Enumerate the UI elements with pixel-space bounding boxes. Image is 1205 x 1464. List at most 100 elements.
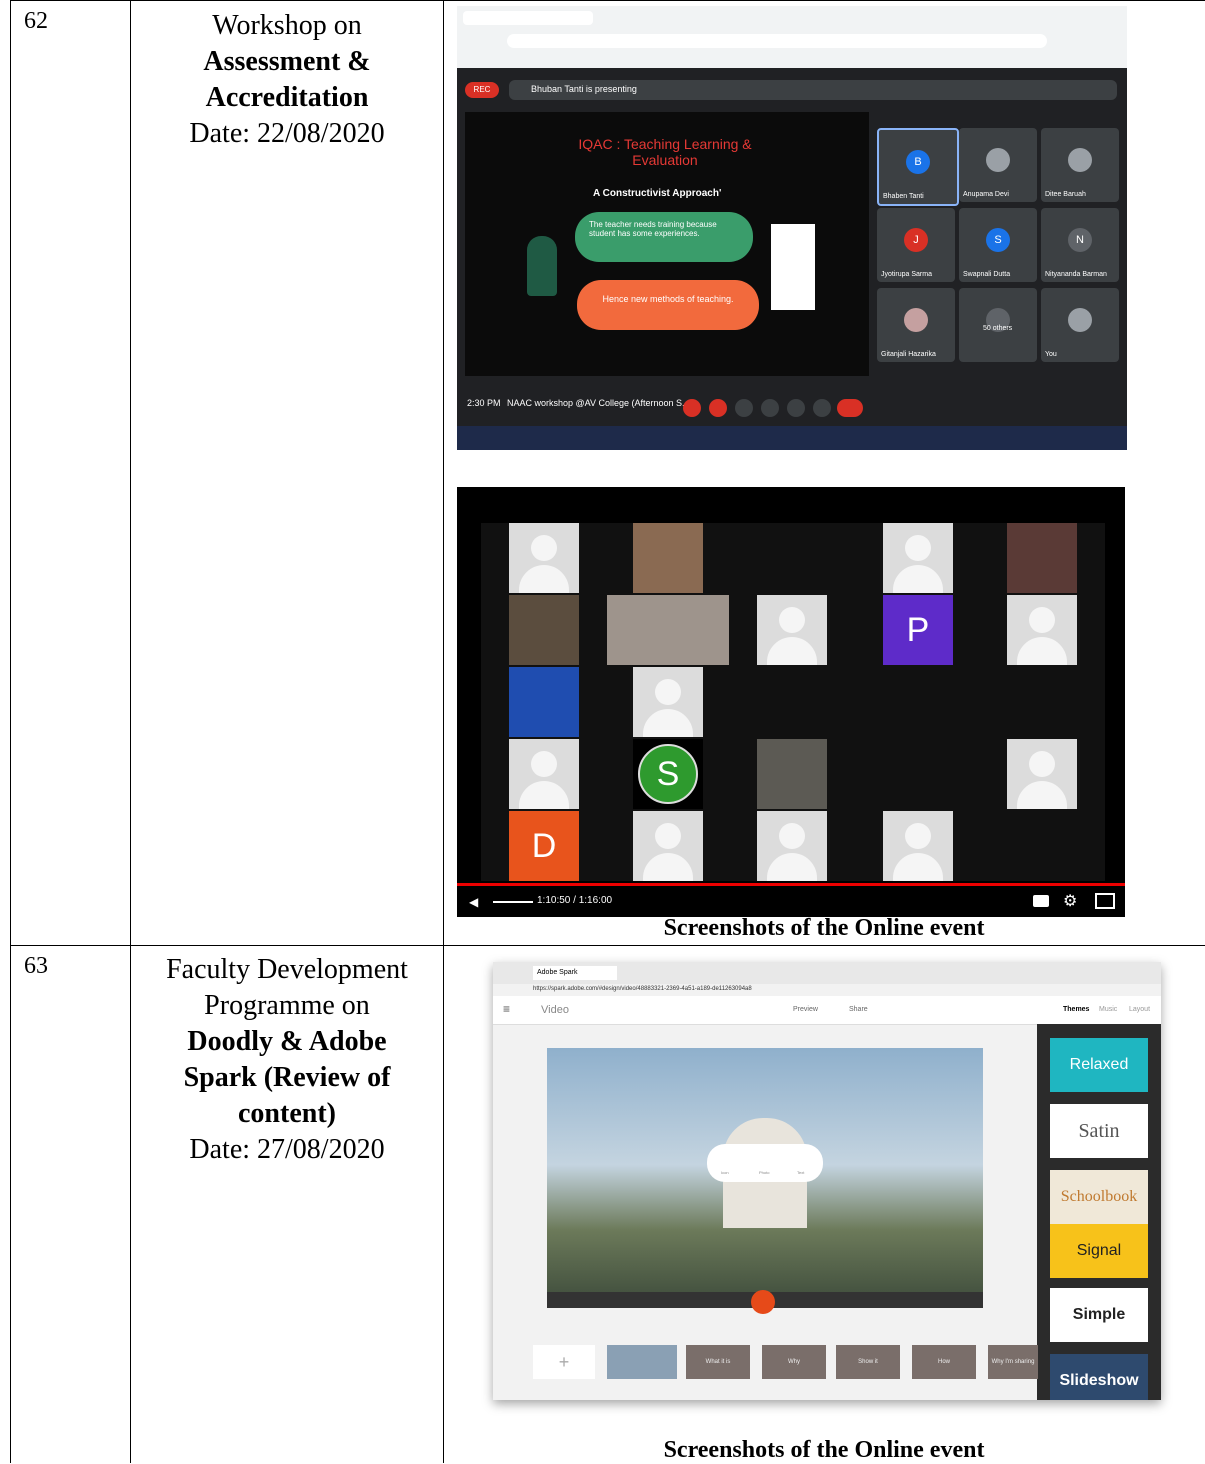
more-options-button[interactable] <box>813 399 831 417</box>
participant-name: Anupama Devi <box>963 191 1009 198</box>
event-date: Date: 22/08/2020 <box>189 118 385 149</box>
title-line: Faculty Development <box>166 954 408 985</box>
participant-name: 50 others <box>983 325 1013 332</box>
strip-slide[interactable]: Show it <box>836 1345 900 1379</box>
recording-badge: REC <box>465 82 499 98</box>
present-button[interactable] <box>787 399 805 417</box>
title-bold-line: Accreditation <box>205 82 369 113</box>
participant-photo <box>633 523 703 593</box>
participant-avatar <box>1068 308 1092 332</box>
column-divider-2 <box>443 0 444 1463</box>
mic-button[interactable] <box>683 399 701 417</box>
participant-placeholder <box>883 523 953 593</box>
preview-button[interactable]: Preview <box>793 1006 818 1013</box>
event-title: Workshop on Assessment & Accreditation D… <box>131 8 443 152</box>
participant-placeholder <box>757 595 827 665</box>
volume-icon[interactable]: ◀ <box>469 895 478 909</box>
tool-photo[interactable]: Photo <box>759 1170 769 1175</box>
tool-popup <box>707 1144 823 1182</box>
row-number: 62 <box>24 8 48 34</box>
participant-name: Ditee Baruah <box>1045 191 1086 198</box>
captions-button[interactable] <box>735 399 753 417</box>
participant-tile: You <box>1041 288 1119 362</box>
gallery-screenshot: P S D ◀ 1:10:50 / 1:16:00 ⚙ <box>457 487 1125 917</box>
raise-hand-button[interactable] <box>761 399 779 417</box>
progress-bar[interactable] <box>457 883 1125 886</box>
tab-themes[interactable]: Themes <box>1063 1006 1089 1013</box>
participant-photo <box>509 667 579 737</box>
slide-bubble-green: The teacher needs training because stude… <box>575 212 753 262</box>
theme-simple[interactable]: Simple <box>1050 1288 1148 1342</box>
participant-tile: J Jyotirupa Sarma <box>877 208 955 282</box>
miniplayer-icon[interactable] <box>1095 893 1115 909</box>
participant-name: Bhaben Tanti <box>883 193 924 200</box>
row-divider <box>10 945 1205 946</box>
tab-music[interactable]: Music <box>1099 1006 1117 1013</box>
title-line: Workshop on <box>212 10 362 41</box>
participant-avatar <box>986 148 1010 172</box>
tab-layout[interactable]: Layout <box>1129 1006 1150 1013</box>
gear-icon[interactable]: ⚙ <box>1063 891 1077 911</box>
participant-avatar: S <box>986 228 1010 252</box>
participant-letter-tile: D <box>509 811 579 881</box>
participant-photo <box>757 739 827 809</box>
camera-button[interactable] <box>709 399 727 417</box>
strip-slide[interactable]: How <box>912 1345 976 1379</box>
title-line: Programme on <box>204 990 370 1021</box>
title-bold-line: Doodly & Adobe <box>187 1026 387 1057</box>
participant-tile: Anupama Devi <box>959 128 1037 202</box>
add-slide-button[interactable]: + <box>533 1345 595 1379</box>
participant-name: Jyotirupa Sarma <box>881 271 932 278</box>
volume-slider[interactable] <box>493 901 533 903</box>
participant-avatar: N <box>1068 228 1092 252</box>
spark-screenshot: Adobe Spark https://spark.adobe.com/#des… <box>493 962 1161 1400</box>
participant-tile: B Bhaben Tanti <box>877 128 959 206</box>
participant-placeholder <box>509 523 579 593</box>
question-figure <box>771 224 815 310</box>
strip-slide[interactable]: What it is <box>686 1345 750 1379</box>
leave-call-button[interactable] <box>837 399 863 417</box>
record-mic-button[interactable] <box>751 1290 775 1314</box>
participant-photo <box>1007 523 1077 593</box>
browser-tab: Adobe Spark <box>533 966 617 980</box>
url-text: https://spark.adobe.com/#design/video/48… <box>533 986 752 992</box>
title-bold-line: Assessment & <box>203 46 371 77</box>
meeting-name: NAAC workshop @AV College (Afternoon S..… <box>507 398 690 408</box>
share-button[interactable]: Share <box>849 1006 868 1013</box>
cc-icon[interactable] <box>1033 895 1049 907</box>
s-logo: S <box>638 744 698 804</box>
participant-avatar: B <box>906 150 930 174</box>
tool-icon[interactable]: Icon <box>721 1170 729 1175</box>
meeting-time: 2:30 PM <box>467 398 501 408</box>
column-divider-1 <box>130 0 131 1463</box>
participant-avatar: J <box>904 228 928 252</box>
participant-avatar <box>904 308 928 332</box>
participant-tile: S Swapnali Dutta <box>959 208 1037 282</box>
participant-letter-tile: P <box>883 595 953 665</box>
participant-placeholder <box>757 811 827 881</box>
slide-thumb-1[interactable] <box>607 1345 677 1379</box>
strip-slide[interactable]: Why I'm sharing <box>988 1345 1038 1379</box>
participant-tile: N Nityananda Barman <box>1041 208 1119 282</box>
participant-photo-wide <box>607 595 729 665</box>
presenter-text: Bhuban Tanti is presenting <box>531 84 637 94</box>
screenshot-caption: Screenshots of the Online event <box>663 1437 985 1463</box>
participant-placeholder <box>1007 595 1077 665</box>
theme-relaxed[interactable]: Relaxed <box>1050 1038 1148 1092</box>
theme-signal[interactable]: Signal <box>1050 1224 1148 1278</box>
slide-subtitle: A Constructivist Approach' <box>593 188 722 199</box>
app-header <box>493 996 1161 1025</box>
participant-placeholder <box>633 667 703 737</box>
event-date: Date: 27/08/2020 <box>189 1134 385 1165</box>
tool-text[interactable]: Text <box>797 1170 804 1175</box>
theme-schoolbook[interactable]: Schoolbook <box>1050 1170 1148 1224</box>
title-bold-line: Spark (Review of <box>183 1062 391 1093</box>
theme-slideshow[interactable]: Slideshow <box>1050 1354 1148 1400</box>
participant-name: Swapnali Dutta <box>963 271 1011 278</box>
title-bold-line: content) <box>238 1098 336 1129</box>
menu-icon[interactable]: ≡ <box>503 1002 510 1016</box>
event-title: Faculty Development Programme on Doodly … <box>131 952 443 1168</box>
participant-tile: 50 others <box>959 288 1037 362</box>
theme-satin[interactable]: Satin <box>1050 1104 1148 1158</box>
strip-slide[interactable]: Why <box>762 1345 826 1379</box>
